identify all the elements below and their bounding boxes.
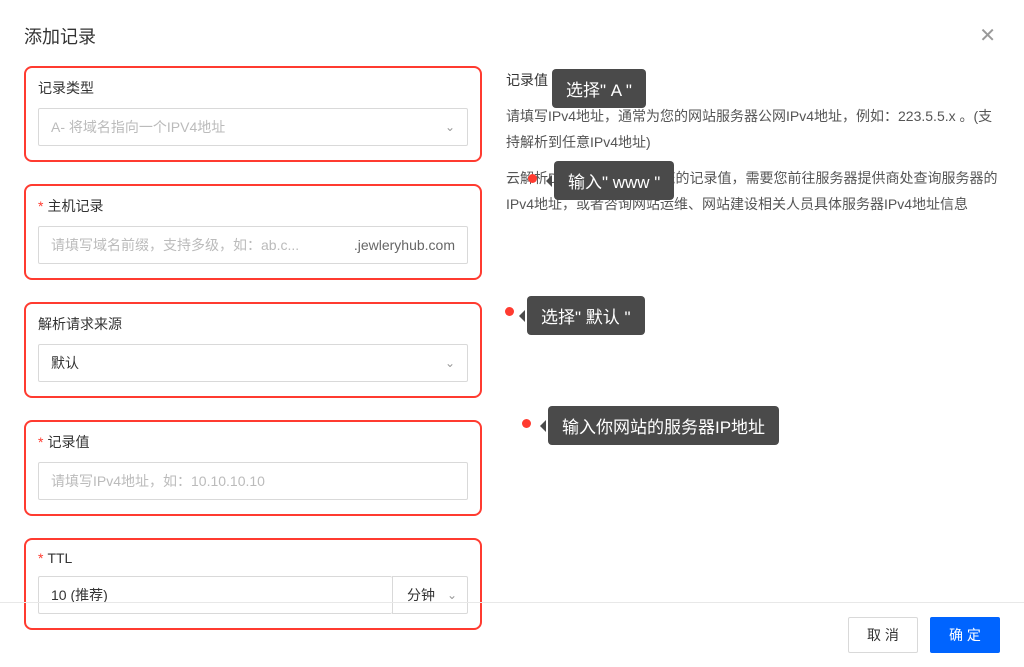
- input-value[interactable]: [51, 463, 455, 499]
- field-value: 记录值: [24, 420, 482, 516]
- modal-footer: 取 消 确 定: [0, 602, 1024, 667]
- label-ttl: TTL: [38, 550, 468, 566]
- label-source: 解析请求来源: [38, 314, 468, 334]
- annotation-dot: [505, 307, 514, 316]
- help-text-1: 请填写IPv4地址，通常为您的网站服务器公网IPv4地址，例如：223.5.5.…: [506, 104, 1000, 156]
- chevron-down-icon: ⌄: [445, 356, 455, 370]
- select-source-value: 默认: [51, 353, 437, 373]
- chevron-down-icon: ⌄: [445, 120, 455, 134]
- host-suffix: .jewleryhub.com: [354, 237, 455, 253]
- annotation-dot: [528, 174, 537, 183]
- field-host: 主机记录 .jewleryhub.com: [24, 184, 482, 280]
- close-icon[interactable]: ✕: [975, 22, 1000, 50]
- cancel-button[interactable]: 取 消: [848, 617, 918, 653]
- label-host: 主机记录: [38, 196, 468, 216]
- label-record-type: 记录类型: [38, 78, 468, 98]
- label-value: 记录值: [38, 432, 468, 452]
- input-host[interactable]: [51, 227, 354, 263]
- annotation-input-www: 输入" www ": [554, 161, 674, 200]
- input-value-wrap: [38, 462, 468, 500]
- confirm-button[interactable]: 确 定: [930, 617, 1000, 653]
- annotation-select-default: 选择" 默认 ": [527, 296, 645, 335]
- input-host-wrap: .jewleryhub.com: [38, 226, 468, 264]
- select-source[interactable]: 默认 ⌄: [38, 344, 468, 382]
- modal-content: 记录类型 A- 将域名指向一个IPV4地址 ⌄ 主机记录 .jewleryhub…: [0, 66, 1024, 652]
- modal-title: 添加记录: [24, 23, 96, 49]
- annotation-input-ip: 输入你网站的服务器IP地址: [548, 406, 779, 445]
- field-record-type: 记录类型 A- 将域名指向一个IPV4地址 ⌄: [24, 66, 482, 162]
- annotation-select-a: 选择" A ": [552, 69, 646, 108]
- help-column: 记录值 请填写IPv4地址，通常为您的网站服务器公网IPv4地址，例如：223.…: [482, 66, 1000, 652]
- annotation-dot: [522, 419, 531, 428]
- select-record-type[interactable]: A- 将域名指向一个IPV4地址 ⌄: [38, 108, 468, 146]
- select-record-type-value: A- 将域名指向一个IPV4地址: [51, 117, 437, 137]
- modal-header: 添加记录 ✕: [0, 0, 1024, 66]
- form-column: 记录类型 A- 将域名指向一个IPV4地址 ⌄ 主机记录 .jewleryhub…: [24, 66, 482, 652]
- chevron-down-icon: ⌄: [447, 588, 457, 602]
- field-source: 解析请求来源 默认 ⌄: [24, 302, 482, 398]
